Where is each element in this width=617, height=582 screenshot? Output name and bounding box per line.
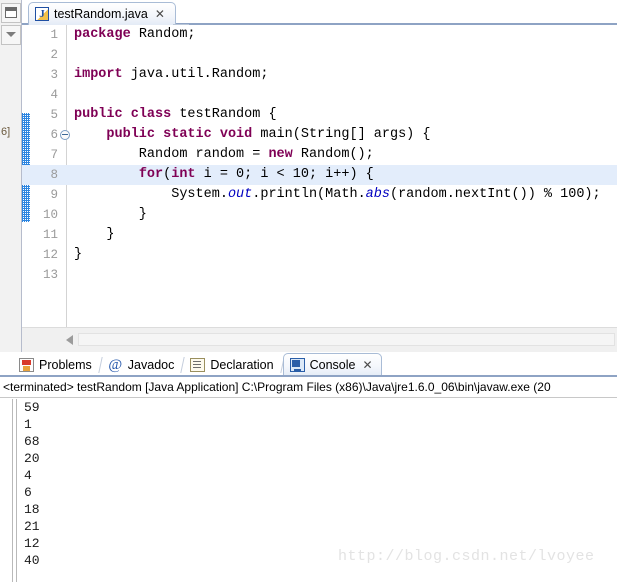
console-output-line: 12 bbox=[24, 535, 40, 552]
console-output-line: 21 bbox=[24, 518, 40, 535]
console-output-area[interactable]: 59168204618211240 bbox=[0, 399, 617, 582]
console-output-line: 20 bbox=[24, 450, 40, 467]
code-line[interactable]: 9 System.out.println(Math.abs(random.nex… bbox=[22, 185, 617, 205]
code-line[interactable]: 5 public class testRandom { bbox=[22, 105, 617, 125]
editor-horizontal-scrollbar[interactable] bbox=[22, 327, 617, 352]
collapse-fold-icon[interactable] bbox=[60, 130, 70, 140]
code-line[interactable]: 12} bbox=[22, 245, 617, 265]
line-number: 10 bbox=[22, 205, 58, 225]
line-number: 13 bbox=[22, 265, 58, 285]
editor-tab-label: testRandom.java bbox=[54, 7, 148, 21]
minimize-view-button[interactable] bbox=[1, 25, 21, 45]
clipped-view-label: .6] bbox=[0, 126, 10, 138]
code-text: } bbox=[74, 225, 115, 245]
tab-label: Console bbox=[310, 358, 356, 372]
editor-panel: J testRandom.java ✕ 1 package Random; 23 im… bbox=[22, 0, 617, 352]
console-output-line: 18 bbox=[24, 501, 40, 518]
console-output-line: 68 bbox=[24, 433, 40, 450]
line-number: 9 bbox=[22, 185, 58, 205]
scrollbar-track[interactable] bbox=[78, 333, 615, 346]
tab-console[interactable]: Console ✕ bbox=[283, 353, 382, 375]
code-text: Random random = new Random(); bbox=[74, 145, 374, 165]
code-text: } bbox=[74, 205, 147, 225]
java-file-icon: J bbox=[35, 7, 49, 21]
code-line[interactable]: 8 for(int i = 0; i < 10; i++) { bbox=[22, 165, 617, 185]
line-number: 3 bbox=[22, 65, 58, 85]
bottom-view-tab-strip: Problems @ Javadoc Declaration Console ✕ bbox=[0, 353, 617, 377]
code-line[interactable]: 4 bbox=[22, 85, 617, 105]
console-gutter-line-a bbox=[12, 399, 13, 582]
line-number: 5 bbox=[22, 105, 58, 125]
code-text: public class testRandom { bbox=[74, 105, 277, 125]
console-output-line: 1 bbox=[24, 416, 40, 433]
code-line[interactable]: 10 } bbox=[22, 205, 617, 225]
line-number: 4 bbox=[22, 85, 58, 105]
javadoc-icon: @ bbox=[108, 358, 123, 372]
code-line[interactable]: 3 import java.util.Random; bbox=[22, 65, 617, 85]
restore-window-icon bbox=[5, 7, 17, 18]
tab-label: Declaration bbox=[210, 358, 273, 372]
close-icon[interactable]: ✕ bbox=[155, 7, 165, 21]
code-line[interactable]: 11 } bbox=[22, 225, 617, 245]
code-text: } bbox=[74, 245, 82, 265]
code-text: import java.util.Random; bbox=[74, 65, 268, 85]
line-number: 1 bbox=[22, 25, 58, 45]
chevron-down-icon bbox=[6, 32, 16, 37]
tab-label: Problems bbox=[39, 358, 92, 372]
console-output-lines: 59168204618211240 bbox=[24, 399, 40, 569]
code-text: for(int i = 0; i < 10; i++) { bbox=[74, 165, 374, 185]
declaration-icon bbox=[190, 358, 205, 372]
scroll-left-icon[interactable] bbox=[66, 335, 73, 345]
left-view-rail: .6] bbox=[0, 0, 22, 352]
line-number: 2 bbox=[22, 45, 58, 65]
console-output-line: 6 bbox=[24, 484, 40, 501]
code-line[interactable]: 2 bbox=[22, 45, 617, 65]
tab-declaration[interactable]: Declaration bbox=[183, 353, 282, 375]
code-line[interactable]: 1 package Random; bbox=[22, 25, 617, 45]
console-output-line: 40 bbox=[24, 552, 40, 569]
code-text: public static void main(String[] args) { bbox=[74, 125, 430, 145]
bottom-view-stack: Problems @ Javadoc Declaration Console ✕ <ter… bbox=[0, 353, 617, 582]
tab-javadoc[interactable]: @ Javadoc bbox=[101, 353, 184, 375]
problems-icon bbox=[19, 358, 34, 372]
line-number: 12 bbox=[22, 245, 58, 265]
console-output-line: 59 bbox=[24, 399, 40, 416]
restore-view-button[interactable] bbox=[1, 3, 21, 23]
tab-label: Javadoc bbox=[128, 358, 175, 372]
code-lines: 1 package Random; 23 import java.util.Rando… bbox=[22, 25, 617, 285]
code-line[interactable]: 7 Random random = new Random(); bbox=[22, 145, 617, 165]
line-number: 6 bbox=[22, 125, 58, 145]
editor-tab-testRandom-java[interactable]: J testRandom.java ✕ bbox=[28, 2, 176, 25]
console-output-line: 4 bbox=[24, 467, 40, 484]
close-icon[interactable]: ✕ bbox=[362, 358, 372, 372]
line-number: 7 bbox=[22, 145, 58, 165]
line-number: 11 bbox=[22, 225, 58, 245]
code-line[interactable]: 6 public static void main(String[] args)… bbox=[22, 125, 617, 145]
editor-tab-strip: J testRandom.java ✕ bbox=[22, 0, 617, 25]
code-editor-area[interactable]: 1 package Random; 23 import java.util.Rando… bbox=[22, 25, 617, 327]
code-line[interactable]: 13 bbox=[22, 265, 617, 285]
console-gutter-line-b bbox=[16, 399, 17, 582]
code-text: System.out.println(Math.abs(random.nextI… bbox=[74, 185, 601, 205]
console-launch-status: <terminated> testRandom [Java Applicatio… bbox=[0, 379, 617, 398]
tab-problems[interactable]: Problems bbox=[12, 353, 101, 375]
code-text: package Random; bbox=[74, 25, 196, 45]
line-number: 8 bbox=[22, 165, 58, 185]
console-icon bbox=[290, 358, 305, 372]
